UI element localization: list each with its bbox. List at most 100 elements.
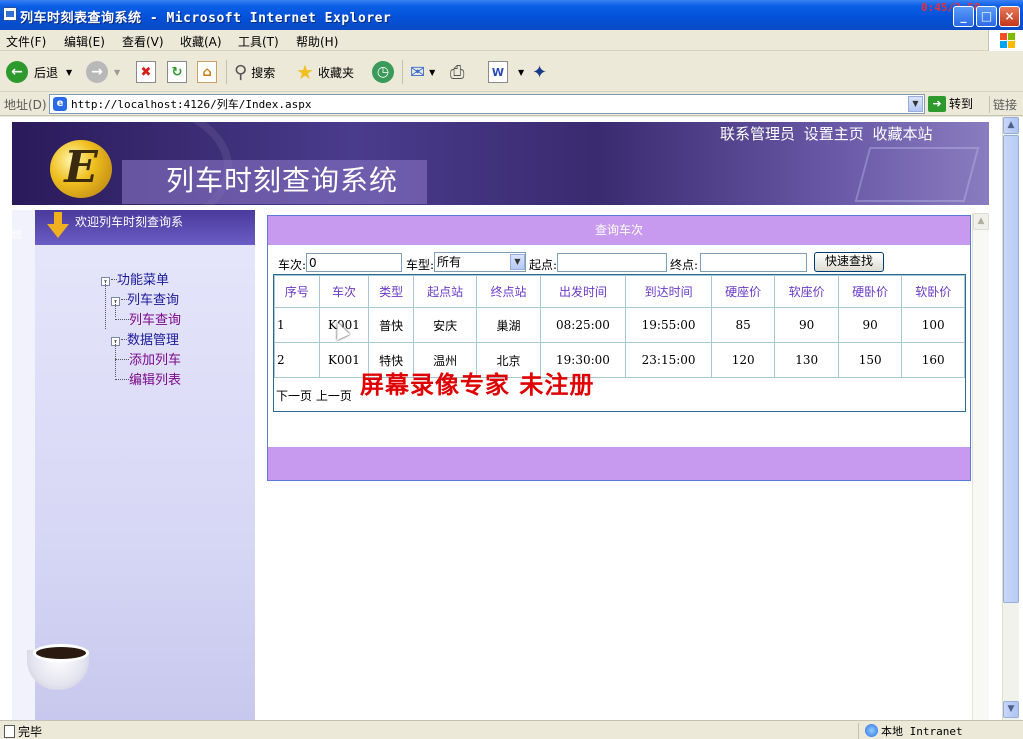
column-header: 硬卧价	[837, 275, 903, 308]
column-header: 类型	[368, 275, 414, 308]
table-cell: 19:55:00	[625, 307, 712, 343]
panel-footer	[268, 447, 970, 480]
history-icon: ◷	[372, 61, 394, 83]
table-cell: 安庆	[412, 307, 478, 343]
mail-button[interactable]: ✉ ▼	[410, 59, 435, 85]
sidebar-edge-text: 统	[12, 230, 22, 241]
sidebar: 统 欢迎列车时刻查询系 - 功能菜单 - 列车查询 列车查询 - 数据管理 添加…	[12, 210, 255, 720]
security-zone: 本地 Intranet	[858, 723, 1023, 739]
tree-line	[105, 281, 106, 329]
column-header: 序号	[274, 275, 320, 308]
table-cell: 150	[837, 342, 903, 378]
status-label: 完毕	[18, 725, 43, 739]
table-cell: 普快	[368, 307, 414, 343]
menu-help[interactable]: 帮助(H)	[296, 33, 338, 50]
search-label: 搜索	[251, 65, 276, 80]
quick-search-button[interactable]: 快速查找	[814, 252, 884, 272]
tree-group-train-query[interactable]: - 列车查询	[111, 289, 179, 308]
close-button[interactable]: ×	[999, 6, 1020, 27]
menu-file[interactable]: 文件(F)	[6, 33, 46, 50]
toolbar: ← 后退 ▼ → ▼ ✖ ↻ ⌂ ⚲ 搜索 ★ 收藏夹 ◷ ✉ ▼ ⎙ W ▼ …	[0, 52, 1023, 92]
tree-root[interactable]: - 功能菜单	[101, 269, 169, 288]
chevron-down-icon[interactable]: ▼	[510, 254, 525, 270]
column-header: 车次	[318, 275, 370, 308]
table-cell: 08:25:00	[539, 307, 627, 343]
tree-item-train-query[interactable]: 列车查询	[115, 309, 181, 328]
toolbar-separator	[402, 60, 403, 84]
address-field[interactable]: e ▼	[49, 94, 925, 114]
down-arrow-icon	[47, 212, 69, 238]
forward-button[interactable]: → ▼	[86, 59, 120, 85]
favorites-label: 收藏夹	[317, 65, 354, 80]
back-arrow-icon: ←	[6, 61, 28, 83]
forward-dropdown-icon[interactable]: ▼	[114, 68, 120, 77]
table-cell: 90	[837, 307, 903, 343]
menu-tools[interactable]: 工具(T)	[238, 33, 279, 50]
tree-item-label: 列车查询	[129, 313, 182, 328]
train-type-value: 所有	[437, 255, 462, 269]
back-label: 后退	[34, 65, 59, 80]
url-input[interactable]	[71, 96, 901, 112]
table-cell: 85	[710, 307, 776, 343]
laptop-graphic	[854, 147, 980, 202]
favorites-button[interactable]: ★ 收藏夹	[296, 59, 354, 85]
frame-scrollbar[interactable]: ▲	[972, 213, 989, 720]
mail-dropdown-icon[interactable]: ▼	[429, 68, 435, 77]
from-label: 起点:	[529, 258, 558, 272]
maximize-button[interactable]: □	[976, 6, 997, 27]
go-button[interactable]: ➜ 转到	[928, 95, 973, 112]
scroll-thumb[interactable]	[1003, 135, 1019, 603]
messenger-icon: ✦	[532, 61, 548, 83]
search-button[interactable]: ⚲ 搜索	[234, 59, 275, 85]
mail-icon: ✉	[410, 61, 426, 83]
printer-icon: ⎙	[450, 61, 465, 83]
column-header: 终点站	[476, 275, 541, 308]
stop-button[interactable]: ✖	[136, 59, 156, 85]
from-input[interactable]	[557, 253, 667, 272]
train-no-label: 车次:	[278, 258, 307, 272]
favorites-star-icon: ★	[296, 60, 314, 84]
results-table: 序号 车次 类型 起点站 终点站 出发时间 到达时间 硬座价 软座价 硬卧价 软…	[274, 275, 965, 378]
recorder-watermark: 屏幕录像专家 未注册	[360, 370, 595, 399]
menu-favorites[interactable]: 收藏(A)	[180, 33, 222, 50]
scroll-down-icon[interactable]: ▼	[1003, 701, 1019, 718]
vertical-scrollbar[interactable]: ▲ ▼	[1002, 117, 1019, 720]
to-input[interactable]	[700, 253, 807, 272]
menu-edit[interactable]: 编辑(E)	[64, 33, 105, 50]
links-button[interactable]: 链接	[989, 96, 1017, 113]
column-header: 到达时间	[625, 275, 712, 308]
table-cell: 1	[274, 307, 320, 343]
tree-item-add-train[interactable]: 添加列车	[115, 349, 181, 368]
back-dropdown-icon[interactable]: ▼	[66, 68, 72, 77]
back-button[interactable]: ← 后退 ▼	[6, 59, 72, 85]
page-left-gutter	[0, 117, 12, 720]
title-bar: 列车时刻表查询系统 - Microsoft Internet Explorer …	[0, 0, 1023, 30]
edit-dropdown-icon[interactable]: ▼	[518, 68, 524, 77]
menu-view[interactable]: 查看(V)	[122, 33, 164, 50]
edit-word-button[interactable]: W ▼	[488, 59, 524, 85]
history-button[interactable]: ◷	[372, 59, 394, 85]
scroll-up-icon[interactable]: ▲	[1003, 117, 1019, 134]
table-cell: 90	[774, 307, 839, 343]
tree-item-edit-list[interactable]: 编辑列表	[115, 369, 181, 388]
messenger-button[interactable]: ✦	[532, 59, 547, 85]
refresh-button[interactable]: ↻	[167, 59, 187, 85]
home-button[interactable]: ⌂	[197, 59, 217, 85]
site-banner: E 列车时刻查询系统 联系管理员 设置主页 收藏本站	[12, 122, 989, 205]
address-dropdown-icon[interactable]: ▼	[908, 96, 923, 112]
page-icon	[4, 725, 15, 738]
frame-scroll-up-icon[interactable]: ▲	[973, 213, 989, 230]
forward-arrow-icon: →	[86, 61, 108, 83]
print-button[interactable]: ⎙	[450, 59, 464, 85]
table-cell: 130	[774, 342, 839, 378]
train-no-input[interactable]	[306, 253, 402, 272]
menu-bar: 文件(F) 编辑(E) 查看(V) 收藏(A) 工具(T) 帮助(H)	[0, 30, 1023, 51]
pager-links[interactable]: 下一页 上一页	[276, 387, 352, 404]
tree-group-label: 列车查询	[127, 293, 180, 308]
search-form: 车次: 车型: 所有 ▼ 起点: 终点: 快速查找	[278, 252, 968, 274]
column-header: 硬座价	[710, 275, 776, 308]
tree-group-data-management[interactable]: - 数据管理	[111, 329, 179, 348]
top-links[interactable]: 联系管理员 设置主页 收藏本站	[720, 123, 933, 144]
train-type-select[interactable]: 所有 ▼	[434, 252, 526, 272]
minimize-button[interactable]: _	[953, 6, 974, 27]
